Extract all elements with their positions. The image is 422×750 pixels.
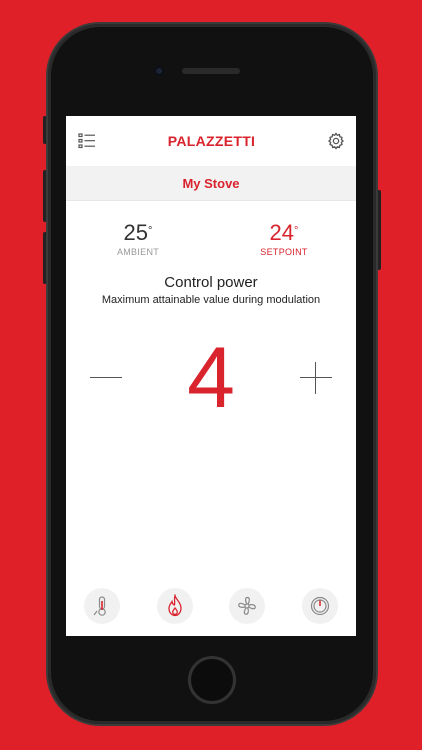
setpoint-degree-symbol: ° (294, 225, 299, 237)
power-button (376, 190, 381, 270)
fan-icon (236, 595, 258, 617)
nav-flame[interactable] (156, 588, 193, 624)
nav-thermometer[interactable] (84, 588, 121, 624)
nav-fan[interactable] (229, 588, 266, 624)
flame-icon (165, 594, 185, 618)
gear-icon[interactable] (327, 132, 345, 150)
app-header: PALAZZETTI (66, 116, 356, 166)
ambient-label: AMBIENT (116, 247, 160, 257)
front-camera (154, 66, 164, 76)
home-button[interactable] (188, 656, 236, 704)
ambient-temperature: 25° AMBIENT (98, 220, 178, 258)
temperature-panel: 25° AMBIENT 24° SETPOINT (66, 201, 356, 271)
gauge-icon (309, 595, 331, 617)
setpoint-temperature[interactable]: 24° SETPOINT (244, 220, 324, 258)
increase-button[interactable] (300, 362, 332, 394)
list-menu-icon[interactable] (78, 133, 96, 149)
ambient-degree-symbol: ° (148, 225, 153, 237)
control-title: Control power (164, 274, 258, 291)
bottom-navigation (66, 582, 356, 630)
thermometer-icon (92, 595, 112, 617)
setpoint-value: 24 (269, 220, 295, 245)
power-control: 4 (66, 322, 356, 442)
nav-gauge[interactable] (301, 588, 338, 624)
earpiece-speaker (182, 68, 240, 74)
control-subtitle: Maximum attainable value during modulati… (101, 294, 321, 306)
app-screen: PALAZZETTI My Stove 25° AMBIENT 24° SETP… (66, 116, 356, 636)
setpoint-label: SETPOINT (260, 247, 308, 257)
stove-name: My Stove (182, 175, 240, 191)
brand-logo: PALAZZETTI (167, 133, 256, 149)
ambient-value: 25 (123, 220, 149, 245)
stove-name-bar: My Stove (66, 166, 356, 201)
